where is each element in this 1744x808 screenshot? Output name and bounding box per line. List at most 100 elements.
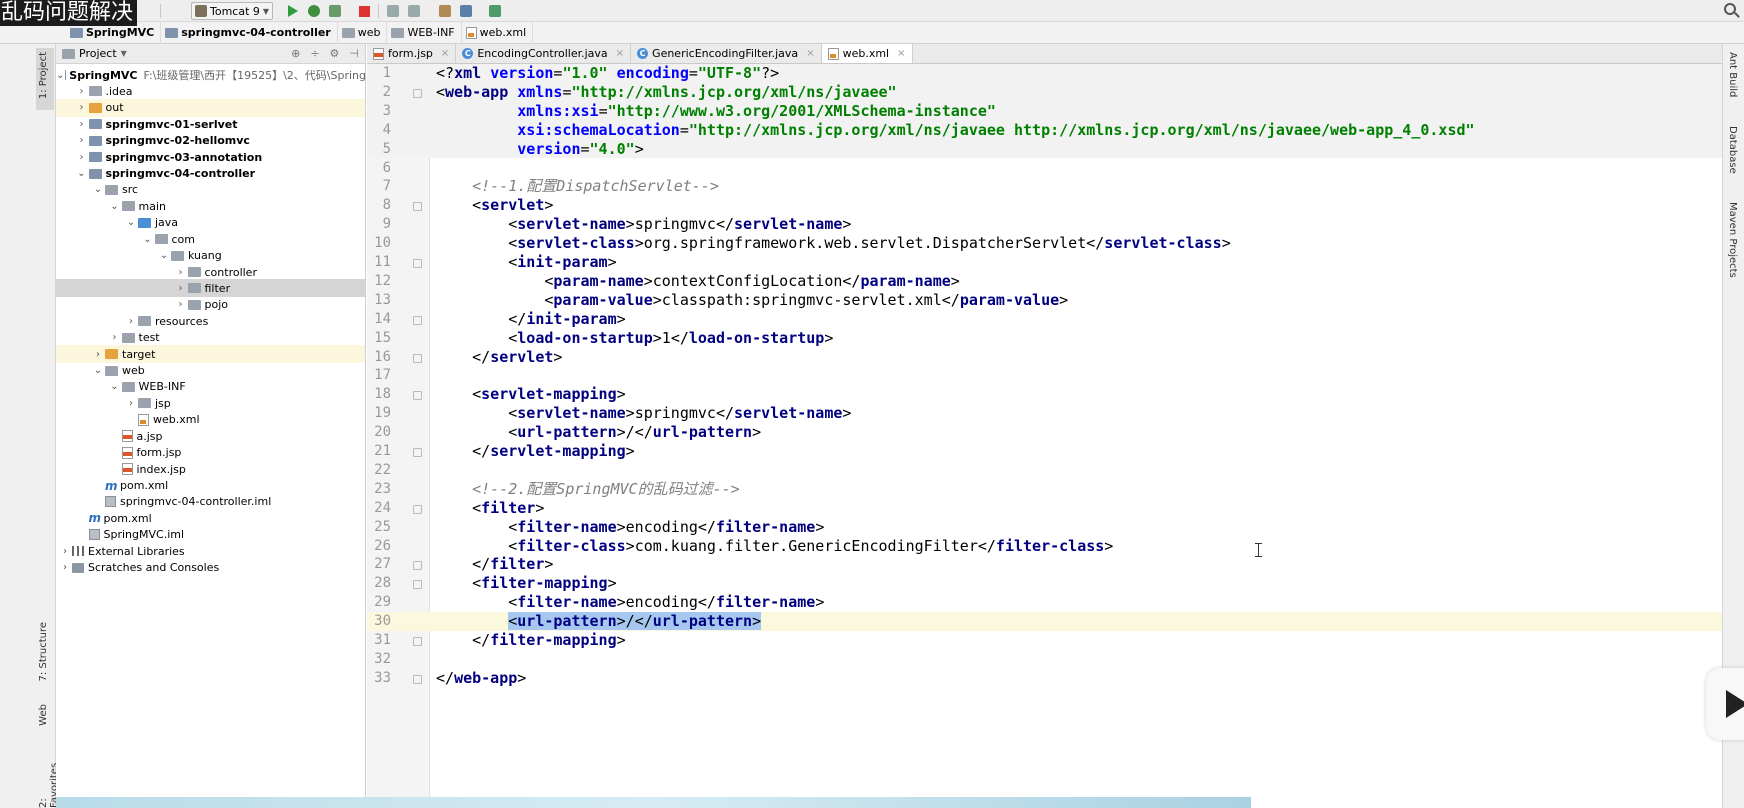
- expand-arrow-icon[interactable]: ⌄: [108, 381, 122, 392]
- collapse-arrow-icon[interactable]: ›: [91, 349, 105, 360]
- search-icon[interactable]: [1724, 3, 1736, 15]
- close-icon[interactable]: ×: [616, 48, 624, 59]
- tree-item[interactable]: › test: [56, 329, 365, 347]
- code-line[interactable]: 19 <servlet-name>springmvc</servlet-name…: [367, 404, 1722, 423]
- code-line[interactable]: 24 <filter>: [367, 499, 1722, 518]
- collapse-arrow-icon[interactable]: ›: [58, 562, 72, 573]
- collapse-arrow-icon[interactable]: ›: [75, 86, 89, 97]
- code-line[interactable]: 11 <init-param>: [367, 253, 1722, 272]
- structure-tool-tab[interactable]: 7: Structure: [38, 622, 49, 681]
- expand-arrow-icon[interactable]: ⌄: [56, 70, 64, 81]
- hide-panel-icon[interactable]: ⊣: [349, 47, 359, 60]
- close-icon[interactable]: ×: [806, 48, 814, 59]
- fold-marker-icon[interactable]: [413, 88, 422, 98]
- web-tool-tab[interactable]: Web: [38, 704, 49, 726]
- code-line[interactable]: 13 <param-value>classpath:springmvc-serv…: [367, 291, 1722, 310]
- video-play-button[interactable]: [1706, 668, 1744, 740]
- tree-item[interactable]: › out: [56, 98, 365, 117]
- collapse-arrow-icon[interactable]: ›: [174, 283, 188, 294]
- code-line[interactable]: 31 </filter-mapping>: [367, 631, 1722, 650]
- code-line[interactable]: 18 <servlet-mapping>: [367, 385, 1722, 404]
- tree-item[interactable]: m pom.xml: [56, 509, 365, 527]
- run-button[interactable]: [285, 2, 301, 20]
- code-line[interactable]: 8 <servlet>: [367, 196, 1722, 215]
- build-button[interactable]: [385, 2, 401, 20]
- code-line[interactable]: 16 </servlet>: [367, 348, 1722, 367]
- code-line[interactable]: 28 <filter-mapping>: [367, 574, 1722, 593]
- code-line[interactable]: 1 <?xml version="1.0" encoding="UTF-8"?>: [367, 64, 1722, 83]
- tree-item[interactable]: ⌄ src: [56, 181, 365, 199]
- code-line[interactable]: 12 <param-name>contextConfigLocation</pa…: [367, 272, 1722, 291]
- editor-tab[interactable]: C GenericEncodingFilter.java ×: [631, 44, 822, 63]
- collapse-arrow-icon[interactable]: ›: [124, 398, 138, 409]
- settings-button[interactable]: [437, 2, 453, 20]
- project-panel-title[interactable]: Project: [79, 47, 117, 60]
- code-line[interactable]: 29 <filter-name>encoding</filter-name>: [367, 593, 1722, 612]
- breadcrumb-item[interactable]: web: [338, 21, 388, 44]
- debug-button[interactable]: [306, 2, 322, 20]
- expand-arrow-icon[interactable]: ⌄: [75, 168, 89, 179]
- collapse-arrow-icon[interactable]: ›: [108, 332, 122, 343]
- tree-item[interactable]: › Scratches and Consoles: [56, 559, 365, 577]
- close-icon[interactable]: ×: [897, 48, 905, 59]
- editor-tab[interactable]: C EncodingController.java ×: [456, 44, 632, 63]
- code-line[interactable]: 30 <url-pattern>/</url-pattern>: [367, 612, 1722, 631]
- code-line[interactable]: 20 <url-pattern>/</url-pattern>: [367, 423, 1722, 442]
- breadcrumb-item[interactable]: WEB-INF: [387, 21, 462, 44]
- tree-item[interactable]: › External Libraries: [56, 542, 365, 560]
- locate-icon[interactable]: ⊕: [291, 47, 300, 60]
- tree-item[interactable]: m pom.xml: [56, 477, 365, 495]
- fold-marker-icon[interactable]: [413, 353, 422, 363]
- sdk-button[interactable]: [487, 2, 503, 20]
- tree-item[interactable]: a.jsp: [56, 427, 365, 445]
- coverage-button[interactable]: [327, 2, 343, 20]
- tree-item[interactable]: SpringMVC.iml: [56, 526, 365, 544]
- tree-item[interactable]: › springmvc-03-annotation: [56, 148, 365, 166]
- code-line[interactable]: 27 </filter>: [367, 555, 1722, 574]
- tree-item[interactable]: › .idea: [56, 82, 365, 100]
- database-tab[interactable]: Database: [1727, 126, 1738, 174]
- code-line[interactable]: 26 <filter-class>com.kuang.filter.Generi…: [367, 537, 1722, 556]
- expand-arrow-icon[interactable]: ⌄: [157, 250, 171, 261]
- fold-marker-icon[interactable]: [413, 674, 422, 684]
- tree-item[interactable]: web.xml: [56, 411, 365, 429]
- collapse-all-icon[interactable]: ÷: [310, 47, 319, 60]
- code-line[interactable]: 10 <servlet-class>org.springframework.we…: [367, 234, 1722, 253]
- tree-item[interactable]: index.jsp: [56, 460, 365, 478]
- tree-item[interactable]: › pojo: [56, 296, 365, 314]
- collapse-arrow-icon[interactable]: ›: [75, 102, 89, 113]
- code-line[interactable]: 32: [367, 650, 1722, 669]
- vcs-button[interactable]: [406, 2, 422, 20]
- fold-marker-icon[interactable]: [413, 391, 422, 401]
- code-line[interactable]: 33 </web-app>: [367, 669, 1722, 688]
- fold-marker-icon[interactable]: [413, 504, 422, 514]
- code-line[interactable]: 23 <!--2.配置SpringMVC的乱码过滤-->: [367, 480, 1722, 499]
- tree-item[interactable]: form.jsp: [56, 444, 365, 462]
- tree-item[interactable]: ⌄ web: [56, 362, 365, 380]
- tree-item[interactable]: ⌄ SpringMVC F:\班级管理\西开【19525】\2、代码\Spring: [56, 66, 365, 84]
- code-editor[interactable]: 1 <?xml version="1.0" encoding="UTF-8"?> 2…: [367, 64, 1722, 808]
- expand-arrow-icon[interactable]: ⌄: [108, 201, 122, 212]
- code-line[interactable]: 25 <filter-name>encoding</filter-name>: [367, 518, 1722, 537]
- collapse-arrow-icon[interactable]: ›: [75, 135, 89, 146]
- tree-item[interactable]: › target: [56, 345, 365, 364]
- expand-arrow-icon[interactable]: ⌄: [124, 217, 138, 228]
- tree-item[interactable]: ⌄ main: [56, 197, 365, 215]
- tree-item[interactable]: ⌄ java: [56, 214, 365, 232]
- fold-marker-icon[interactable]: [413, 561, 422, 571]
- fold-marker-icon[interactable]: [413, 259, 422, 268]
- collapse-arrow-icon[interactable]: ›: [174, 267, 188, 278]
- project-tool-tab[interactable]: 1: Project: [38, 52, 49, 99]
- code-line[interactable]: 6: [367, 159, 1722, 178]
- tree-item[interactable]: › filter: [56, 279, 365, 298]
- code-line[interactable]: 3 xmlns:xsi="http://www.w3.org/2001/XMLS…: [367, 101, 1722, 121]
- gear-icon[interactable]: ⚙: [330, 47, 340, 60]
- breadcrumb-item[interactable]: springmvc-04-controller: [161, 21, 338, 44]
- tree-item[interactable]: › springmvc-02-hellomvc: [56, 132, 365, 150]
- tree-item[interactable]: ⌄ com: [56, 230, 365, 248]
- collapse-arrow-icon[interactable]: ›: [174, 299, 188, 310]
- code-line[interactable]: 17: [367, 366, 1722, 385]
- expand-arrow-icon[interactable]: ⌄: [91, 184, 105, 195]
- collapse-arrow-icon[interactable]: ›: [75, 152, 89, 163]
- stop-button[interactable]: [356, 2, 372, 20]
